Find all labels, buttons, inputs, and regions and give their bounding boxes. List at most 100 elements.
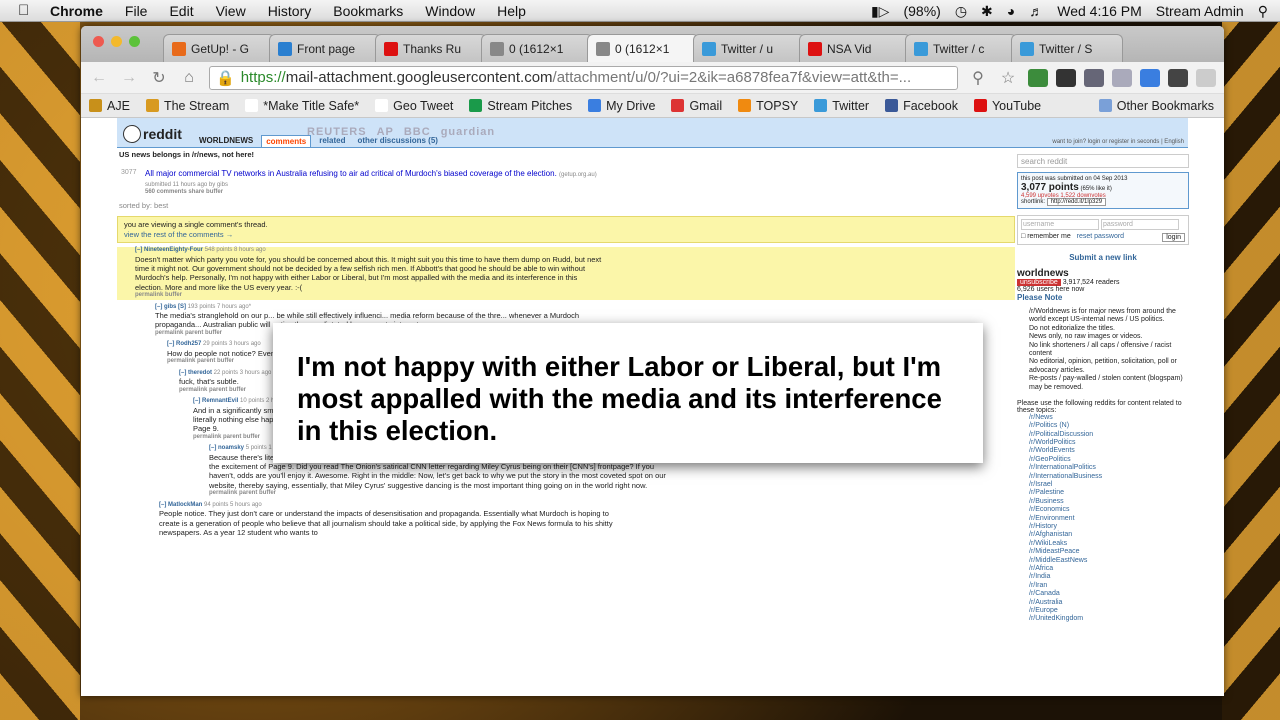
- subreddit-link[interactable]: /r/History: [1029, 523, 1189, 531]
- menu-view[interactable]: View: [216, 3, 246, 19]
- shortlink-field[interactable]: http://redd.it/1lp329: [1046, 198, 1107, 206]
- back-icon[interactable]: ←: [89, 69, 109, 87]
- address-bar[interactable]: 🔒 https:// mail-attachment.googleusercon…: [209, 65, 958, 90]
- subreddit-link[interactable]: /r/MiddleEastNews: [1029, 557, 1189, 565]
- star-icon[interactable]: ☆: [998, 68, 1018, 88]
- username-field[interactable]: username: [1021, 219, 1099, 230]
- comment-author[interactable]: [–] MatlockMan: [159, 502, 202, 508]
- bookmark-item[interactable]: Geo Tweet: [375, 99, 453, 113]
- subreddit-link[interactable]: /r/PoliticalDiscussion: [1029, 431, 1189, 439]
- menu-window[interactable]: Window: [425, 3, 475, 19]
- tab-comments[interactable]: comments: [261, 135, 312, 147]
- menu-bookmarks[interactable]: Bookmarks: [333, 3, 403, 19]
- bluetooth-icon[interactable]: ✱: [981, 3, 993, 20]
- comment-actions[interactable]: permalink buffer: [135, 292, 1015, 300]
- comment-author[interactable]: [–] theredot: [179, 370, 212, 376]
- menu-edit[interactable]: Edit: [169, 3, 193, 19]
- view-rest-link[interactable]: view the rest of the comments →: [124, 230, 1008, 239]
- menu-history[interactable]: History: [268, 3, 312, 19]
- user-name[interactable]: Stream Admin: [1156, 3, 1244, 19]
- subreddit-link[interactable]: /r/Africa: [1029, 565, 1189, 573]
- bookmark-item[interactable]: Facebook: [885, 99, 958, 113]
- browser-tab[interactable]: Twitter / u: [693, 34, 805, 62]
- extension-icon[interactable]: [1112, 68, 1132, 87]
- post-title-text[interactable]: All major commercial TV networks in Aust…: [145, 169, 557, 178]
- spotlight-icon[interactable]: ⚲: [1258, 3, 1268, 20]
- login-prompt[interactable]: want to join? login or register in secon…: [1052, 139, 1184, 145]
- pocket-icon[interactable]: [1084, 68, 1104, 87]
- other-bookmarks[interactable]: Other Bookmarks: [1098, 99, 1214, 113]
- browser-tab[interactable]: Front page: [269, 34, 381, 62]
- subreddit-link[interactable]: /r/Afghanistan: [1029, 531, 1189, 539]
- subreddit-link[interactable]: /r/Israel: [1029, 481, 1189, 489]
- comment-author[interactable]: [–] gibs [S]: [155, 304, 186, 310]
- reset-password-link[interactable]: reset password: [1077, 233, 1124, 240]
- wifi-icon[interactable]: ◕: [1007, 3, 1015, 19]
- subreddit-link[interactable]: /r/India: [1029, 573, 1189, 581]
- minimize-window-button[interactable]: [111, 36, 122, 47]
- menu-icon[interactable]: [1196, 68, 1216, 87]
- home-icon[interactable]: ⌂: [179, 69, 199, 87]
- close-window-button[interactable]: [93, 36, 104, 47]
- subreddit-link[interactable]: /r/Environment: [1029, 515, 1189, 523]
- subreddit-link[interactable]: /r/News: [1029, 414, 1189, 422]
- subreddit-link[interactable]: /r/Economics: [1029, 506, 1189, 514]
- comment-author[interactable]: [–] NineteenEighty-Four: [135, 247, 203, 253]
- subreddit-link[interactable]: /r/Palestine: [1029, 489, 1189, 497]
- bookmark-item[interactable]: Twitter: [814, 99, 869, 113]
- zoom-window-button[interactable]: [129, 36, 140, 47]
- battery-icon[interactable]: ▮▷: [871, 3, 889, 20]
- subreddit-link[interactable]: /r/WikiLeaks: [1029, 540, 1189, 548]
- clock[interactable]: Wed 4:16 PM: [1057, 3, 1142, 19]
- comment-actions[interactable]: permalink parent buffer: [209, 490, 1015, 498]
- subreddit-link[interactable]: /r/WorldEvents: [1029, 447, 1189, 455]
- browser-tab[interactable]: 0 (1612×1: [587, 34, 699, 62]
- subreddit-link[interactable]: /r/Politics (N): [1029, 422, 1189, 430]
- subreddit-link[interactable]: /r/UnitedKingdom: [1029, 615, 1189, 623]
- bookmark-item[interactable]: My Drive: [588, 99, 655, 113]
- volume-icon[interactable]: ♬: [1029, 3, 1043, 19]
- subreddit-name[interactable]: WORLDNEWS: [195, 135, 257, 147]
- subreddit-link[interactable]: /r/InternationalPolitics: [1029, 464, 1189, 472]
- login-button[interactable]: login: [1162, 233, 1185, 242]
- post-actions[interactable]: 560 comments share buffer: [145, 189, 1015, 197]
- bookmark-item[interactable]: AJE: [89, 99, 130, 113]
- search-icon[interactable]: ⚲: [968, 68, 988, 88]
- subreddit-link[interactable]: /r/Business: [1029, 498, 1189, 506]
- bookmark-item[interactable]: The Stream: [145, 99, 229, 113]
- post-domain[interactable]: (getup.org.au): [559, 172, 597, 178]
- menu-help[interactable]: Help: [497, 3, 526, 19]
- subreddit-link[interactable]: /r/Australia: [1029, 599, 1189, 607]
- extension-icon[interactable]: [1028, 68, 1048, 87]
- submit-link-button[interactable]: Submit a new link: [1017, 253, 1189, 262]
- forward-icon[interactable]: →: [119, 69, 139, 87]
- reddit-logo[interactable]: reddit: [123, 121, 183, 147]
- subreddit-link[interactable]: /r/WorldPolitics: [1029, 439, 1189, 447]
- browser-tab[interactable]: 0 (1612×1: [481, 34, 593, 62]
- buffer-icon[interactable]: [1168, 68, 1188, 87]
- bookmark-item[interactable]: YouTube: [973, 99, 1041, 113]
- bookmark-item[interactable]: Gmail: [671, 99, 722, 113]
- bookmark-item[interactable]: Stream Pitches: [469, 99, 572, 113]
- apple-icon[interactable]: : [18, 2, 34, 19]
- subreddit-link[interactable]: /r/GeoPolitics: [1029, 456, 1189, 464]
- comment-author[interactable]: [–] noamsky: [209, 445, 244, 451]
- menu-file[interactable]: File: [125, 3, 148, 19]
- browser-tab[interactable]: Twitter / S: [1011, 34, 1123, 62]
- subreddit-link[interactable]: /r/MideastPeace: [1029, 548, 1189, 556]
- time-machine-icon[interactable]: ◷: [955, 3, 967, 20]
- browser-tab[interactable]: NSA Vid: [799, 34, 911, 62]
- subreddit-link[interactable]: /r/Canada: [1029, 590, 1189, 598]
- subreddit-link[interactable]: /r/InternationalBusiness: [1029, 473, 1189, 481]
- subreddit-link[interactable]: /r/Europe: [1029, 607, 1189, 615]
- translate-icon[interactable]: [1140, 68, 1160, 87]
- password-field[interactable]: password: [1100, 219, 1179, 230]
- sort-selector[interactable]: sorted by: best: [119, 201, 1015, 210]
- menu-app-name[interactable]: Chrome: [50, 3, 103, 19]
- comment-author[interactable]: [–] Rodh257: [167, 341, 201, 347]
- unsubscribe-button[interactable]: unsubscribe: [1017, 279, 1061, 286]
- post-title[interactable]: All major commercial TV networks in Aust…: [145, 169, 1015, 180]
- comment-author[interactable]: [–] RemnantEvil: [193, 398, 238, 404]
- extension-icon[interactable]: [1056, 68, 1076, 87]
- remember-checkbox[interactable]: □: [1021, 233, 1025, 240]
